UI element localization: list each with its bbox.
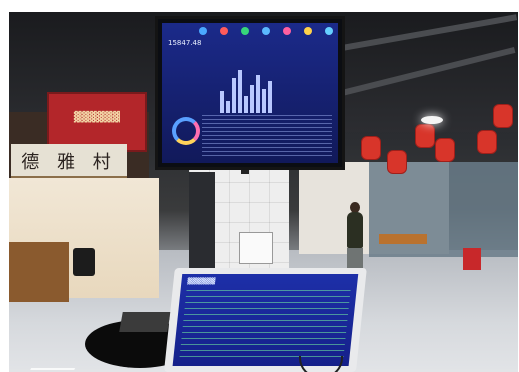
red-sign-lettering: ▓▓▓▓▓▓: [73, 112, 121, 123]
kiosk-stand: [299, 356, 343, 372]
dashboard-bar-chart: [220, 65, 280, 113]
dashboard-display: 15847.48: [162, 23, 338, 163]
dashboard-bar: [220, 91, 224, 113]
kiosk-header-text: ▓▓▓▓▓▓: [187, 278, 216, 285]
dashboard-bar: [268, 81, 272, 113]
dashboard-stat-dot: [325, 27, 333, 35]
dashboard-total-value: 15847.48: [168, 39, 202, 47]
dashboard-stat-dot: [220, 27, 228, 35]
wooden-bench: [379, 234, 427, 244]
fire-extinguisher-box: [463, 248, 481, 270]
floor-marking: [30, 358, 80, 370]
dashboard-donut-chart: [172, 117, 200, 145]
dashboard-screen: 15847.48: [155, 16, 345, 170]
dashboard-stat-dot: [241, 27, 249, 35]
red-sign-board: ▓▓▓▓▓▓: [47, 92, 147, 152]
ceiling-lamp: [421, 116, 443, 124]
market-interior-photo: ▓▓▓▓▓▓ 德 雅 村 15847.48 ▓▓▓▓▓▓: [9, 12, 518, 372]
dashboard-bar: [232, 78, 236, 113]
dashboard-stat: [316, 27, 342, 35]
chair: [73, 248, 95, 276]
dashboard-bar: [256, 75, 260, 113]
shop-sign-text: 德 雅 村: [21, 152, 117, 173]
shop-counter: [9, 242, 69, 302]
lantern: [435, 138, 455, 162]
kiosk-price-list: [179, 290, 351, 362]
dashboard-bar: [244, 96, 248, 113]
dashboard-bar: [238, 70, 242, 113]
kiosk-screen: ▓▓▓▓▓▓: [172, 274, 359, 366]
standing-kiosk: [189, 172, 215, 282]
lantern: [361, 136, 381, 160]
laptop: [119, 312, 171, 332]
dashboard-table: [202, 115, 332, 159]
lantern: [387, 150, 407, 174]
lantern: [493, 104, 513, 128]
lantern: [477, 130, 497, 154]
dashboard-stat-dot: [199, 27, 207, 35]
dashboard-stat-dot: [304, 27, 312, 35]
lantern: [415, 124, 435, 148]
person-body: [347, 212, 363, 248]
shop-signboard: 德 雅 村: [11, 144, 127, 178]
dashboard-stat-dot: [262, 27, 270, 35]
dashboard-bar: [226, 101, 230, 113]
pillar-notice: [239, 232, 273, 264]
photo-scene: ▓▓▓▓▓▓ 德 雅 村 15847.48 ▓▓▓▓▓▓: [0, 0, 519, 372]
dashboard-bar: [250, 85, 254, 113]
dashboard-bar: [262, 89, 266, 113]
dashboard-stat-dot: [283, 27, 291, 35]
